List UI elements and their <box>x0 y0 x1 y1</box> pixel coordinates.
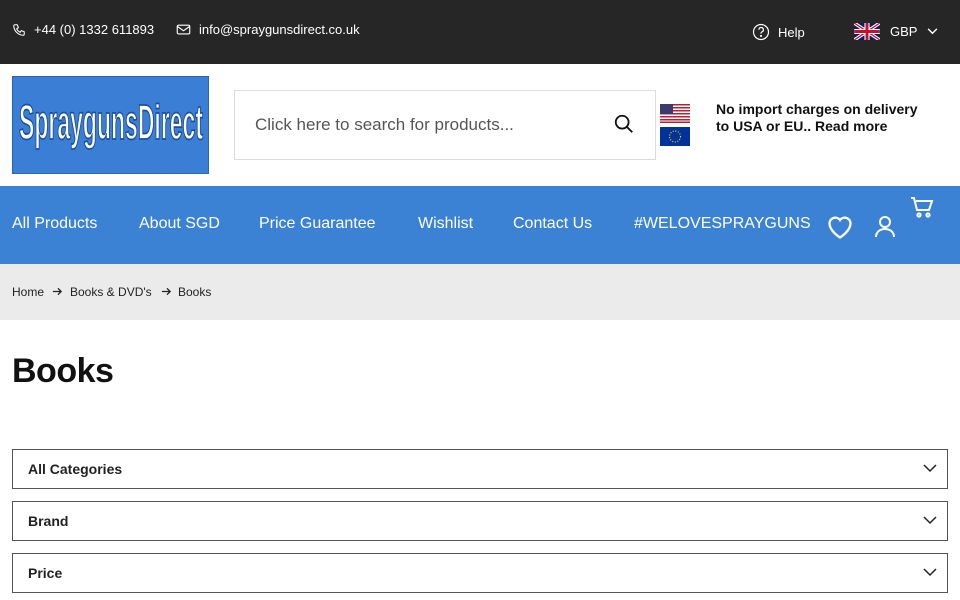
logo-wordmark: SpraygunsDirect <box>18 94 203 150</box>
envelope-icon <box>176 24 191 35</box>
phone-link[interactable]: +44 (0) 1332 611893 <box>12 22 154 37</box>
nav-about-sgd[interactable]: About SGD <box>139 215 220 233</box>
chevron-down-icon <box>928 28 938 35</box>
nav-price-guarantee[interactable]: Price Guarantee <box>259 215 376 233</box>
help-icon <box>752 23 770 41</box>
page-title: Books <box>12 352 114 390</box>
shopping-cart-icon <box>911 197 934 218</box>
currency-selector[interactable]: GBP <box>854 23 938 40</box>
email-link[interactable]: info@spraygunsdirect.co.uk <box>176 22 360 37</box>
email-address: info@spraygunsdirect.co.uk <box>199 22 360 37</box>
main-nav: All Products About SGD Price Guarantee W… <box>0 186 960 264</box>
nav-welovesprayguns[interactable]: #WELOVESPRAYGUNS <box>634 215 811 233</box>
search-input[interactable] <box>255 113 595 137</box>
filter-all-categories[interactable]: All Categories <box>12 449 948 489</box>
import-charges-notice[interactable]: No import charges on delivery to USA or … <box>716 101 926 135</box>
nav-all-products[interactable]: All Products <box>12 215 97 233</box>
filter-label: All Categories <box>28 461 123 477</box>
filter-label: Price <box>28 565 63 581</box>
heart-icon <box>828 216 852 239</box>
user-icon <box>875 216 895 238</box>
chevron-down-icon <box>923 516 937 525</box>
breadcrumb-home[interactable]: Home <box>12 285 44 299</box>
nav-wishlist[interactable]: Wishlist <box>418 215 473 233</box>
filter-label: Brand <box>28 513 69 529</box>
filter-price[interactable]: Price <box>12 553 948 593</box>
search-icon <box>614 114 633 133</box>
wishlist-button[interactable] <box>826 214 854 245</box>
site-logo[interactable]: SpraygunsDirect <box>12 76 209 174</box>
breadcrumb: Home Books & DVD's Books <box>0 264 960 320</box>
help-label: Help <box>778 24 805 40</box>
breadcrumb-books-dvds[interactable]: Books & DVD's <box>70 285 152 299</box>
filter-brand[interactable]: Brand <box>12 501 948 541</box>
site-header: SpraygunsDirect No import charges on del… <box>0 64 960 186</box>
top-bar: +44 (0) 1332 611893 info@spraygunsdirect… <box>0 0 960 64</box>
breadcrumb-books: Books <box>178 285 212 299</box>
cart-button[interactable] <box>910 196 934 223</box>
phone-icon <box>13 23 25 36</box>
search-box <box>234 90 656 160</box>
currency-label: GBP <box>890 24 918 39</box>
eu-flag-icon <box>660 127 690 146</box>
usa-eu-flags-icon <box>660 104 690 146</box>
nav-contact-us[interactable]: Contact Us <box>513 215 592 233</box>
help-link[interactable]: Help <box>752 23 805 41</box>
usa-flag-icon <box>660 104 690 123</box>
arrow-right-icon <box>52 287 63 296</box>
phone-number: +44 (0) 1332 611893 <box>34 22 155 37</box>
arrow-right-icon <box>161 287 172 296</box>
chevron-down-icon <box>923 568 937 577</box>
account-button[interactable] <box>874 215 896 244</box>
search-button[interactable] <box>613 113 639 139</box>
svg-text:SpraygunsDirect: SpraygunsDirect <box>19 95 203 150</box>
chevron-down-icon <box>923 464 937 473</box>
uk-flag-icon <box>854 23 880 40</box>
